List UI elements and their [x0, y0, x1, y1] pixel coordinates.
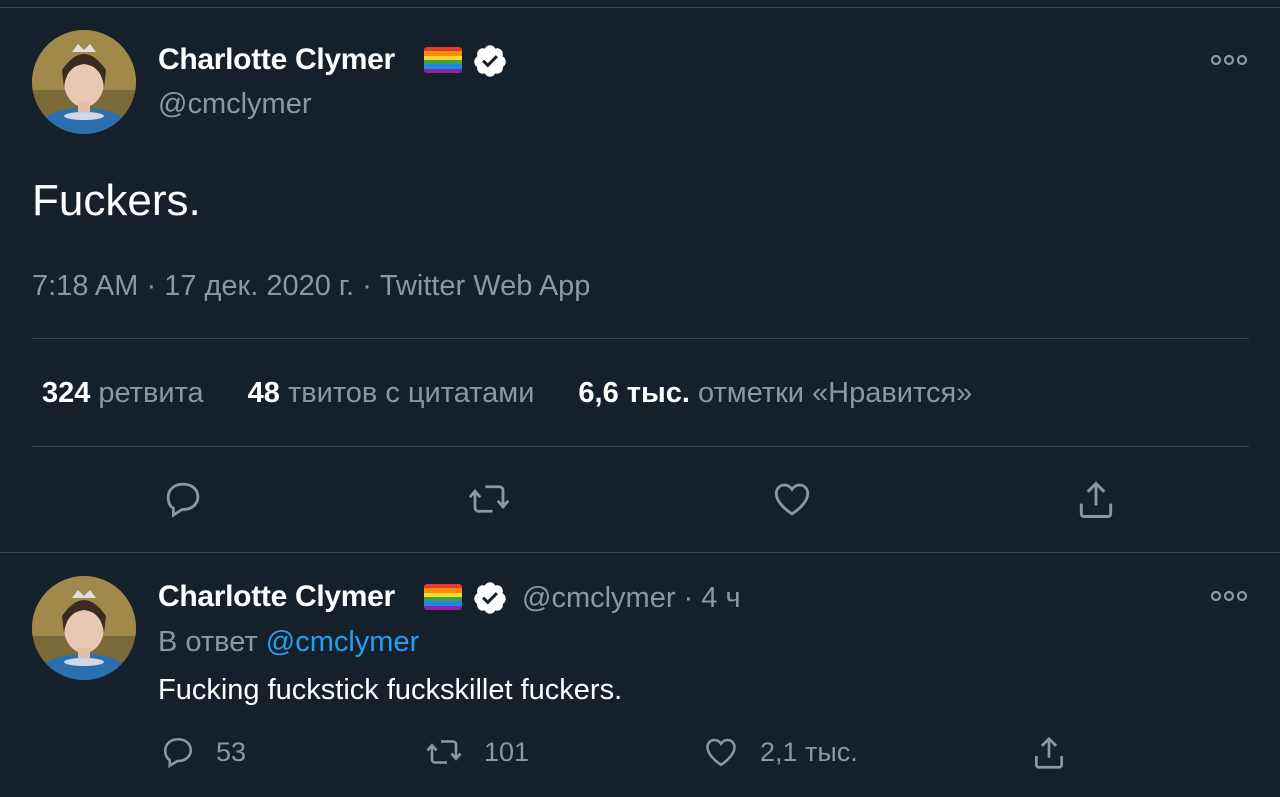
reply-button[interactable] [162, 478, 204, 520]
author-handle[interactable]: @cmclymer [158, 88, 311, 121]
share-icon [1034, 736, 1064, 769]
tweet-divider [0, 552, 1280, 553]
tweet-time[interactable]: 7:18 AM [32, 270, 138, 302]
share-icon [1079, 481, 1113, 518]
stats-bottom-divider [32, 446, 1249, 447]
reply-time[interactable]: 4 ч [701, 582, 740, 614]
reply-icon [166, 482, 200, 518]
reply-more-options-icon[interactable] [1210, 586, 1250, 606]
author-name[interactable]: Charlotte Clymer [158, 43, 395, 77]
quotes-stat[interactable]: 48 твитов с цитатами [248, 377, 535, 410]
verified-badge-icon [474, 582, 506, 614]
stats-top-divider [32, 338, 1249, 339]
like-button[interactable] [770, 478, 814, 520]
share-button[interactable] [1074, 478, 1118, 522]
tweet-meta: 7:18 AM · 17 дек. 2020 г. · Twitter Web … [32, 270, 590, 303]
reply-icon [163, 737, 193, 769]
retweets-stat[interactable]: 324 ретвита [42, 377, 204, 410]
top-divider [0, 7, 1280, 8]
reply-handle-row: @cmclymer · 4 ч [522, 582, 741, 615]
reply-reply-button[interactable]: 53 [160, 734, 246, 770]
reply-author-name[interactable]: Charlotte Clymer [158, 580, 395, 614]
reply-like-button[interactable]: 2,1 тыс. [702, 734, 858, 770]
reply-text: Fucking fuckstick fuckskillet fuckers. [158, 674, 623, 706]
meta-separator: · [362, 270, 380, 302]
tweet-date[interactable]: 17 дек. 2020 г. [164, 270, 354, 302]
reply-author-avatar[interactable] [32, 576, 136, 680]
replying-to-handle[interactable]: @cmclymer [266, 626, 419, 658]
verified-badge-icon [474, 45, 506, 77]
rainbow-flag-icon [424, 47, 462, 73]
retweet-count: 101 [484, 736, 530, 767]
heart-icon [706, 738, 736, 767]
rainbow-flag-icon [424, 584, 462, 610]
replying-to-label: В ответ [158, 626, 258, 658]
more-options-icon[interactable] [1210, 50, 1250, 70]
meta-separator: · [683, 582, 702, 614]
retweet-icon [426, 740, 462, 764]
reply-author-handle[interactable]: @cmclymer [522, 582, 675, 614]
meta-separator: · [146, 270, 165, 302]
reply-count: 53 [216, 736, 247, 767]
tweet-text: Fuckers. [32, 176, 201, 225]
retweet-icon [468, 485, 510, 513]
heart-icon [774, 483, 810, 516]
likes-stat[interactable]: 6,6 тыс. отметки «Нравится» [578, 377, 972, 410]
reply-share-button[interactable] [1030, 734, 1068, 772]
tweet-stats: 324 ретвита 48 твитов с цитатами 6,6 тыс. о… [42, 377, 1016, 410]
like-count: 2,1 тыс. [760, 736, 858, 767]
tweet-source[interactable]: Twitter Web App [380, 270, 591, 302]
author-avatar[interactable] [32, 30, 136, 134]
replying-to: В ответ @cmclymer [158, 626, 419, 659]
retweet-button[interactable] [466, 478, 512, 520]
reply-retweet-button[interactable]: 101 [424, 734, 529, 770]
